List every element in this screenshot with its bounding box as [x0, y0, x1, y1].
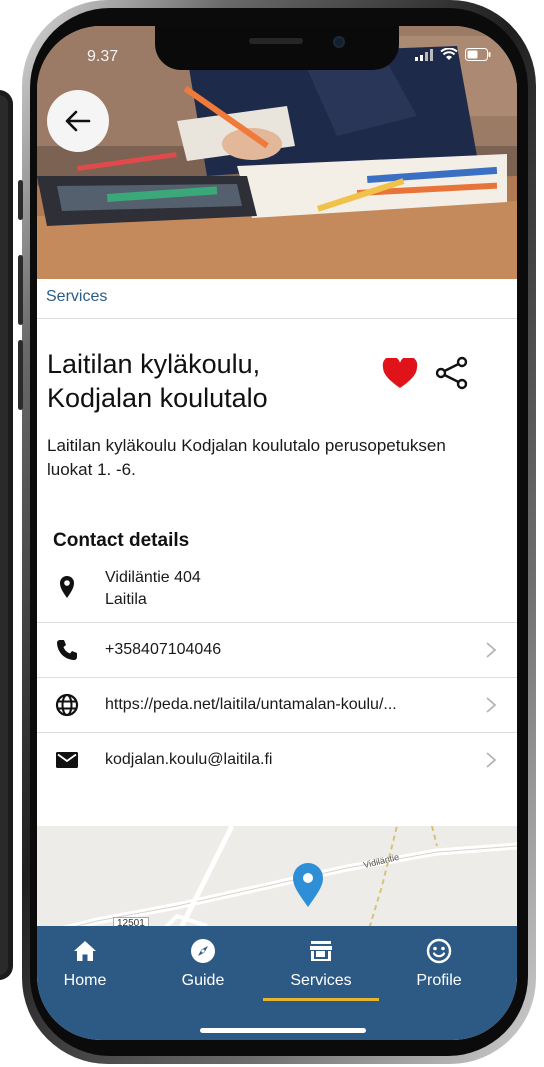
- phone-number[interactable]: +358407104046: [105, 639, 221, 661]
- contact-row-website[interactable]: https://peda.net/laitila/untamalan-koulu…: [37, 678, 517, 732]
- globe-icon: [54, 692, 80, 718]
- chevron-right-icon: [486, 697, 497, 713]
- chevron-right-icon: [486, 752, 497, 768]
- home-icon: [37, 938, 140, 964]
- phone-icon: [54, 637, 80, 663]
- wifi-icon: [440, 48, 458, 60]
- nav-label-guide: Guide: [181, 972, 225, 989]
- phone-notch: [155, 26, 399, 70]
- store-icon: [266, 938, 376, 964]
- active-tab-indicator: [263, 998, 379, 1001]
- breadcrumb-divider: [37, 318, 517, 319]
- contact-details-heading: Contact details: [53, 530, 190, 551]
- home-indicator[interactable]: [200, 1028, 366, 1033]
- compass-icon: [148, 938, 258, 964]
- envelope-icon: [54, 747, 80, 773]
- adjacent-device-edge: [0, 90, 13, 980]
- nav-item-guide[interactable]: Guide: [148, 938, 258, 990]
- address-text: Vidiläntie 404 Laitila: [105, 567, 201, 611]
- arrow-left-icon: [65, 110, 91, 132]
- page-title: Laitilan kyläkoulu, Kodjalan koulutalo: [47, 349, 268, 413]
- nav-label-services: Services: [290, 972, 352, 989]
- address-city: Laitila: [105, 591, 147, 608]
- share-icon[interactable]: [435, 356, 469, 390]
- contact-row-email[interactable]: kodjalan.koulu@laitila.fi: [37, 733, 517, 787]
- nav-item-profile[interactable]: Profile: [384, 938, 494, 990]
- breadcrumb[interactable]: Services: [46, 288, 107, 306]
- phone-side-button: [18, 180, 23, 220]
- favorite-heart-icon[interactable]: [382, 358, 418, 390]
- signal-icon: [415, 48, 433, 61]
- map-roads: [37, 826, 517, 936]
- email-link[interactable]: kodjalan.koulu@laitila.fi: [105, 749, 272, 771]
- service-description: Laitilan kyläkoulu Kodjalan koulutalo pe…: [47, 436, 446, 479]
- phone-side-button: [18, 255, 23, 325]
- battery-icon: [465, 48, 491, 61]
- nav-label-home: Home: [63, 972, 107, 989]
- chevron-right-icon: [486, 642, 497, 658]
- bottom-navigation: Home Guide Services Profile: [37, 926, 517, 1040]
- map-pin-icon[interactable]: [291, 862, 325, 908]
- nav-item-home[interactable]: Home: [37, 938, 140, 990]
- phone-side-button: [18, 340, 23, 410]
- back-button[interactable]: [47, 90, 109, 152]
- nav-item-services[interactable]: Services: [266, 938, 376, 990]
- smiley-icon: [384, 938, 494, 964]
- contact-row-phone[interactable]: +358407104046: [37, 623, 517, 677]
- app-screen: 9.37 Services Laitilan kyläkoulu, Kodjal…: [37, 26, 517, 1040]
- speaker-grille: [249, 38, 303, 44]
- front-camera: [333, 36, 345, 48]
- address-street: Vidiläntie 404: [105, 569, 201, 586]
- contact-row-address: Vidiläntie 404 Laitila: [37, 562, 517, 622]
- location-map[interactable]: Vidiläntie 12501: [37, 826, 517, 936]
- status-time: 9.37: [87, 48, 119, 65]
- status-icons: [415, 48, 491, 61]
- website-link[interactable]: https://peda.net/laitila/untamalan-koulu…: [105, 694, 397, 716]
- location-pin-icon: [54, 574, 80, 600]
- nav-label-profile: Profile: [416, 972, 462, 989]
